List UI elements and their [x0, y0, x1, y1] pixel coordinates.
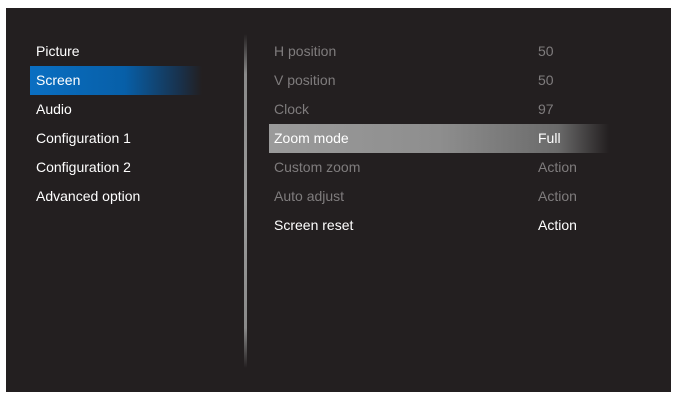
setting-custom-zoom: Custom zoom Action: [269, 153, 609, 182]
menu-item-label: Configuration 2: [36, 159, 131, 175]
setting-label: Zoom mode: [274, 130, 349, 146]
setting-h-position: H position 50: [269, 37, 609, 66]
screen-submenu: H position 50 V position 50 Clock 97 Zoo…: [269, 37, 609, 240]
setting-zoom-mode[interactable]: Zoom mode Full: [269, 124, 609, 153]
menu-item-label: Screen: [36, 72, 81, 88]
menu-item-screen[interactable]: Screen: [30, 66, 202, 95]
setting-label: Custom zoom: [274, 159, 361, 175]
menu-item-label: Configuration 1: [36, 130, 131, 146]
setting-v-position: V position 50: [269, 66, 609, 95]
menu-item-configuration-1[interactable]: Configuration 1: [30, 124, 210, 153]
menu-item-audio[interactable]: Audio: [30, 95, 210, 124]
setting-label: Auto adjust: [274, 188, 345, 204]
setting-label: Clock: [274, 101, 310, 117]
menu-item-configuration-2[interactable]: Configuration 2: [30, 153, 210, 182]
setting-value: Action: [538, 217, 577, 233]
setting-clock: Clock 97: [269, 95, 609, 124]
setting-value: 50: [538, 72, 554, 88]
setting-value: Full: [538, 130, 561, 146]
menu-item-label: Picture: [36, 43, 80, 59]
setting-value: Action: [538, 159, 577, 175]
menu-item-advanced-option[interactable]: Advanced option: [30, 182, 210, 211]
menu-item-picture[interactable]: Picture: [30, 37, 210, 66]
menu-item-label: Audio: [36, 101, 72, 117]
setting-value: 50: [538, 43, 554, 59]
menu-divider: [244, 34, 247, 368]
setting-value: 97: [538, 101, 554, 117]
setting-label: H position: [274, 43, 337, 59]
menu-item-label: Advanced option: [36, 188, 141, 204]
setting-auto-adjust: Auto adjust Action: [269, 182, 609, 211]
setting-screen-reset[interactable]: Screen reset Action: [269, 211, 609, 240]
setting-value: Action: [538, 188, 577, 204]
setting-label: Screen reset: [274, 217, 354, 233]
osd-screen: Picture Screen Audio Configuration 1 Con…: [6, 8, 671, 392]
setting-label: V position: [274, 72, 336, 88]
main-menu: Picture Screen Audio Configuration 1 Con…: [30, 37, 210, 211]
